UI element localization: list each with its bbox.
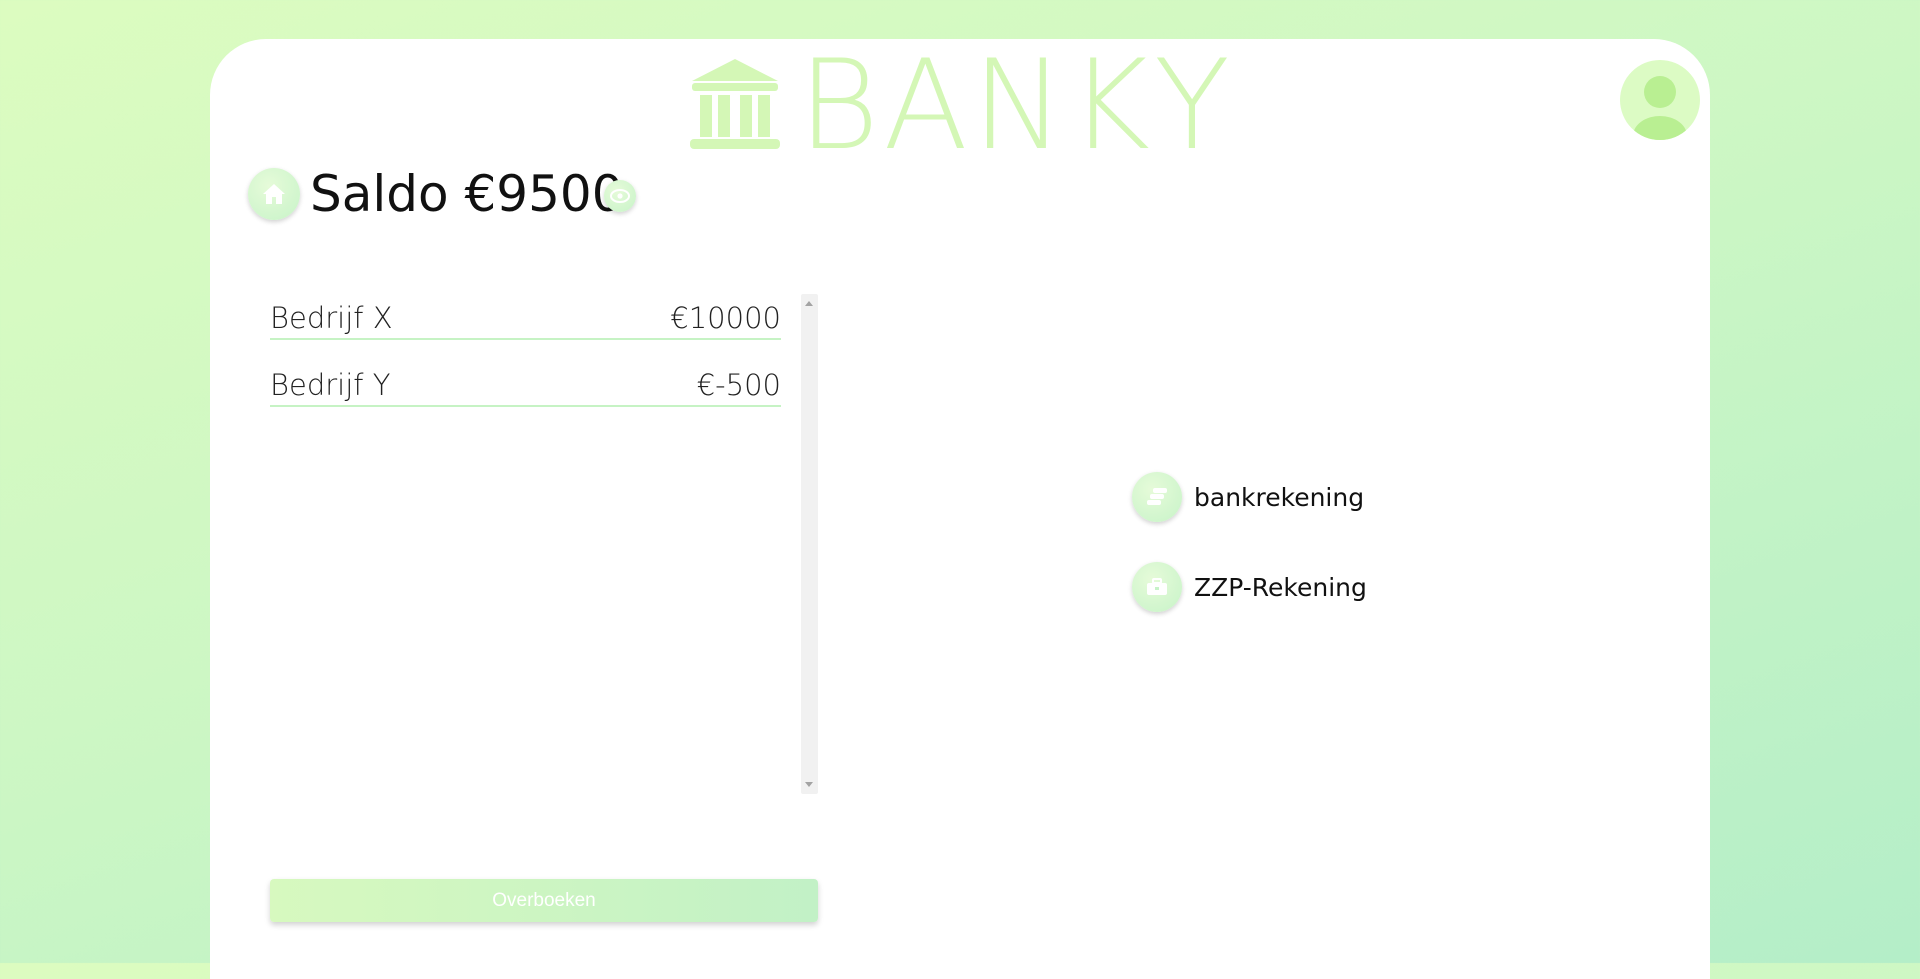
logo-text: BANKY [798,34,1234,178]
account-bankrekening[interactable]: bankrekening [1132,472,1364,522]
scroll-down-arrow-icon[interactable] [805,782,813,787]
transaction-row[interactable]: Bedrijf Y €-500 [270,357,781,407]
account-zzp-rekening-button[interactable] [1132,562,1182,612]
account-label[interactable]: ZZP-Rekening [1194,573,1367,602]
bank-icon [688,57,782,151]
toggle-balance-visibility-button[interactable] [604,180,636,212]
balance-text: Saldo €9500 [310,165,624,223]
account-label[interactable]: bankrekening [1194,483,1364,512]
transaction-list-scrollbar[interactable] [801,294,818,794]
transaction-row[interactable]: Bedrijf X €10000 [270,290,781,340]
home-button[interactable] [248,168,300,220]
eye-icon [610,189,630,203]
transaction-list[interactable]: Bedrijf X €10000 Bedrijf Y €-500 [270,290,781,424]
coins-icon [1147,488,1167,505]
home-icon [263,184,285,204]
account-zzp-rekening[interactable]: ZZP-Rekening [1132,562,1367,612]
transaction-name: Bedrijf X [270,301,393,335]
user-avatar-button[interactable] [1620,60,1700,140]
scroll-up-arrow-icon[interactable] [805,301,813,306]
account-bankrekening-button[interactable] [1132,472,1182,522]
transaction-amount: €10000 [670,301,781,335]
transfer-button[interactable]: Overboeken [270,879,818,922]
user-avatar-icon [1633,76,1687,140]
transaction-amount: €-500 [696,368,781,402]
briefcase-icon [1147,578,1167,595]
transaction-name: Bedrijf Y [270,368,391,402]
banky-logo[interactable]: BANKY [688,44,1234,168]
